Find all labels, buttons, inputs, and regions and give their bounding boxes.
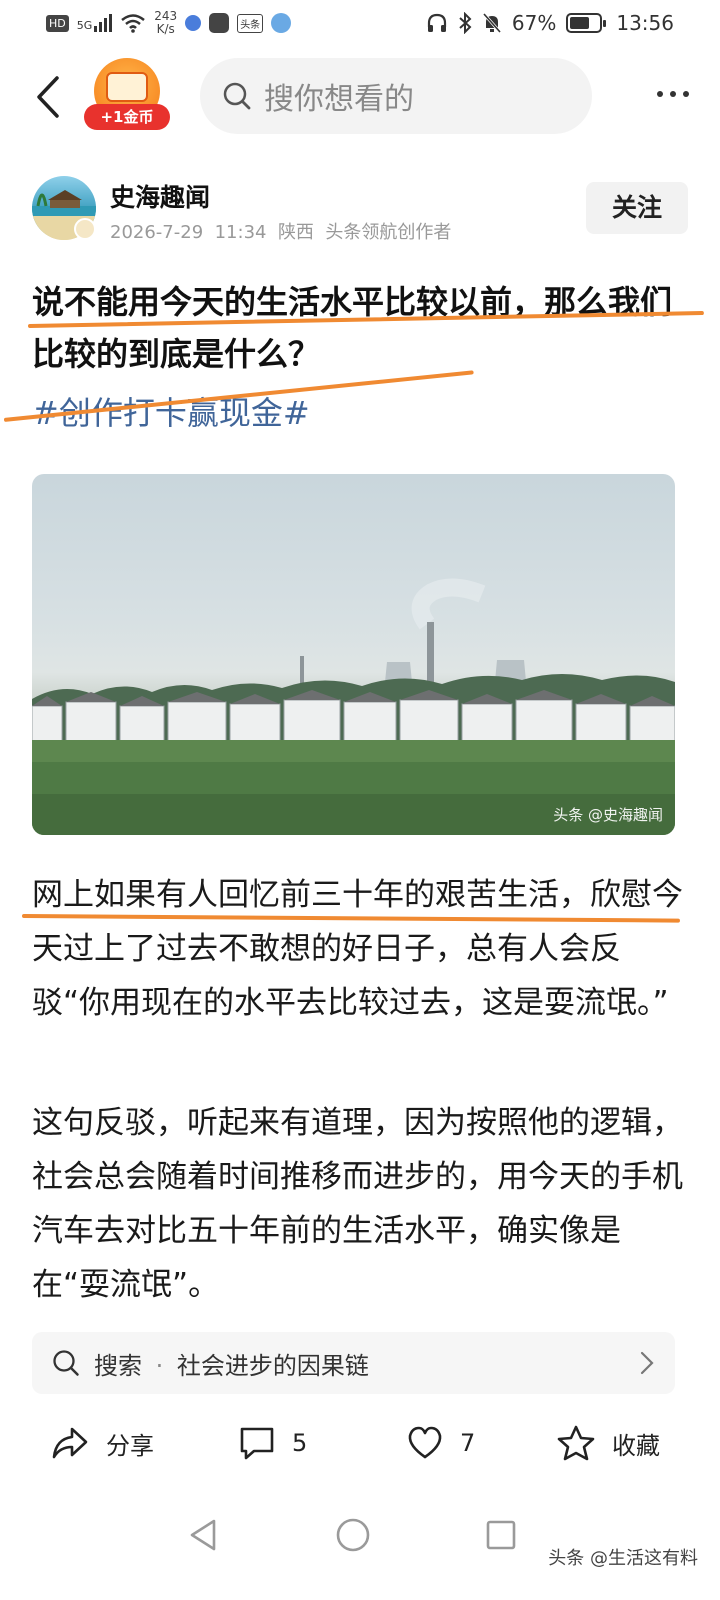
chevron-right-icon: [640, 1351, 654, 1375]
more-dot-icon: [670, 91, 676, 97]
net-speed: 243 K/s: [154, 10, 177, 36]
search-label: 搜索: [94, 1351, 142, 1380]
article-image[interactable]: 头条 @史海趣闻: [32, 474, 675, 835]
mute-bell-icon: [482, 13, 502, 33]
app-notification-icon: [185, 15, 202, 31]
nav-back-button[interactable]: [178, 1510, 228, 1560]
like-count: 7: [460, 1429, 476, 1457]
top-nav: +1金币 搜你想看的: [0, 56, 720, 136]
author-row: 史海趣闻 2026-7-29 11:34 陕西 头条领航创作者 关注: [32, 176, 688, 246]
status-bar: HD 5G 243 K/s 头条 67% 13:56: [0, 0, 720, 46]
net-speed-unit: K/s: [156, 22, 175, 36]
headphones-icon: [427, 13, 447, 32]
comment-button[interactable]: 5: [238, 1410, 307, 1476]
square-recents-icon: [486, 1520, 516, 1550]
nav-home-button[interactable]: [328, 1510, 378, 1560]
more-options-button[interactable]: [648, 74, 698, 114]
battery-fill: [570, 17, 590, 29]
bluetooth-icon: [459, 12, 472, 34]
more-dot-icon: [683, 91, 689, 97]
related-search-bar[interactable]: 搜索 · 社会进步的因果链: [32, 1332, 675, 1394]
nav-recents-button[interactable]: [476, 1510, 526, 1560]
author-badge: 头条领航创作者: [325, 222, 452, 243]
village-photo: [32, 578, 675, 835]
share-icon: [52, 1427, 88, 1459]
wifi-icon: [121, 14, 146, 33]
image-watermark: 头条 @史海趣闻: [553, 806, 663, 824]
author-name[interactable]: 史海趣闻: [110, 178, 210, 214]
circle-home-icon: [336, 1518, 370, 1552]
browser-notification-icon: [271, 13, 292, 33]
verified-badge-icon: [74, 218, 96, 240]
coin-envelope-icon: [106, 72, 148, 102]
status-right: 67% 13:56: [426, 11, 674, 35]
favorite-button[interactable]: 收藏: [556, 1410, 660, 1476]
message-notification-icon: [209, 13, 230, 33]
comment-icon: [240, 1427, 274, 1460]
post-location: 陕西: [277, 222, 314, 243]
action-bar: 分享 5 7 收藏: [0, 1410, 720, 1476]
article-title: 说不能用今天的生活水平比较以前，那么我们比较的到底是什么？: [32, 283, 673, 373]
search-separator: ·: [155, 1351, 164, 1380]
search-icon: [53, 1350, 79, 1376]
share-label: 分享: [106, 1431, 154, 1460]
battery-icon: [566, 13, 607, 33]
toutiao-notification-icon: 头条: [237, 13, 264, 33]
signal-label: 5G: [76, 19, 93, 32]
heart-icon: [408, 1426, 442, 1459]
hd-indicator: HD: [46, 14, 69, 32]
back-arrow-icon: [37, 76, 59, 118]
more-dot-icon: [657, 91, 663, 97]
follow-button[interactable]: 关注: [586, 182, 688, 234]
coin-label: +1金币: [84, 104, 170, 130]
favorite-label: 收藏: [612, 1431, 660, 1460]
post-time: 11:34: [214, 222, 267, 243]
search-icon: [223, 82, 251, 110]
star-icon: [557, 1425, 595, 1461]
system-nav-bar: 头条 @生活这有料: [0, 1500, 720, 1600]
author-meta: 2026-7-29 11:34 陕西 头条领航创作者: [110, 218, 451, 244]
battery-percent: 67%: [511, 11, 557, 35]
share-button[interactable]: 分享: [50, 1410, 154, 1476]
clock: 13:56: [616, 11, 674, 35]
paragraph: 网上如果有人回忆前三十年的艰苦生活，欣慰今天过上了过去不敢想的好日子，总有人会反…: [32, 877, 683, 1021]
back-button[interactable]: [28, 72, 68, 122]
status-left: HD 5G 243 K/s 头条: [46, 10, 292, 36]
search-input[interactable]: 搜你想看的: [200, 58, 592, 134]
search-query: 社会进步的因果链: [176, 1351, 369, 1380]
search-placeholder: 搜你想看的: [264, 82, 414, 117]
signal-icon: 5G: [77, 14, 113, 32]
related-search-text: 搜索 · 社会进步的因果链: [94, 1346, 369, 1381]
coin-reward-widget[interactable]: +1金币: [84, 58, 172, 130]
footer-watermark: 头条 @生活这有料: [548, 1548, 698, 1569]
like-button[interactable]: 7: [406, 1410, 475, 1476]
paragraph: 这句反驳，听起来有道理，因为按照他的逻辑，社会总会随着时间推移而进步的，用今天的…: [32, 1105, 683, 1303]
comment-count: 5: [292, 1429, 308, 1457]
post-date: 2026-7-29: [110, 222, 204, 243]
triangle-back-icon: [190, 1519, 216, 1551]
